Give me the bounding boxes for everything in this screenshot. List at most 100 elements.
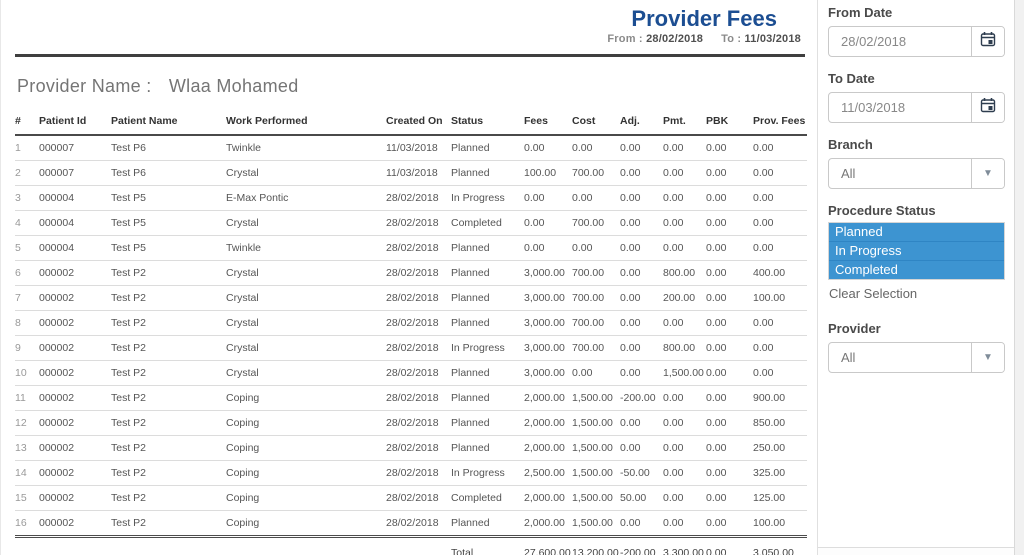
to-date-input[interactable] xyxy=(829,93,971,122)
table-cell: 0.00 xyxy=(706,336,753,361)
from-date-label: From Date xyxy=(828,5,1005,20)
table-cell: 0.00 xyxy=(620,186,663,211)
header-cell: # xyxy=(15,109,39,135)
table-cell: 0.00 xyxy=(620,436,663,461)
to-label: To : xyxy=(721,33,741,45)
procedure-status-label: Procedure Status xyxy=(828,203,1005,218)
provider-dropdown[interactable]: All ▼ xyxy=(828,342,1005,373)
table-cell: 12 xyxy=(15,411,39,436)
table-cell: 0.00 xyxy=(620,161,663,186)
table-cell: 7 xyxy=(15,286,39,311)
procedure-status-option[interactable]: Planned xyxy=(829,223,1004,242)
table-cell: 0.00 xyxy=(524,236,572,261)
page-title: Provider Fees xyxy=(631,6,777,32)
table-cell: 0.00 xyxy=(620,135,663,161)
table-cell: 000004 xyxy=(39,236,111,261)
provider-name-label: Provider Name : xyxy=(17,76,152,96)
table-cell: 1,500.00 xyxy=(572,436,620,461)
table-cell: 0.00 xyxy=(663,186,706,211)
table-cell: Test P2 xyxy=(111,286,226,311)
table-cell: 6 xyxy=(15,261,39,286)
header-cell: Created On xyxy=(386,109,451,135)
table-cell: 000002 xyxy=(39,411,111,436)
branch-selected-value: All xyxy=(829,159,971,188)
table-cell: 8 xyxy=(15,311,39,336)
table-cell: Planned xyxy=(451,236,524,261)
table-cell: Coping xyxy=(226,461,386,486)
table-cell: In Progress xyxy=(451,186,524,211)
table-cell: 000002 xyxy=(39,261,111,286)
table-cell: 700.00 xyxy=(572,311,620,336)
table-cell: 000004 xyxy=(39,186,111,211)
table-cell: Coping xyxy=(226,411,386,436)
table-cell: 0.00 xyxy=(706,361,753,386)
table-cell: 250.00 xyxy=(753,436,807,461)
from-date-calendar-button[interactable] xyxy=(971,27,1004,56)
table-cell: 0.00 xyxy=(753,135,807,161)
total-value-cell xyxy=(39,537,111,555)
branch-dropdown[interactable]: All ▼ xyxy=(828,158,1005,189)
table-cell: 2 xyxy=(15,161,39,186)
table-row: 10000002Test P2Crystal28/02/2018Planned3… xyxy=(15,361,807,386)
table-cell: 3 xyxy=(15,186,39,211)
table-cell: Twinkle xyxy=(226,135,386,161)
table-cell: Planned xyxy=(451,135,524,161)
table-cell: 000002 xyxy=(39,511,111,537)
table-cell: Test P5 xyxy=(111,236,226,261)
table-cell: Coping xyxy=(226,436,386,461)
from-date-input[interactable] xyxy=(829,27,971,56)
table-cell: 11/03/2018 xyxy=(386,135,451,161)
table-cell: 2,500.00 xyxy=(524,461,572,486)
table-cell: 800.00 xyxy=(663,336,706,361)
table-cell: 3,000.00 xyxy=(524,286,572,311)
table-cell: 0.00 xyxy=(620,311,663,336)
table-cell: 1,500.00 xyxy=(663,361,706,386)
total-value-cell: 3,050.00 xyxy=(753,537,807,555)
table-cell: Test P6 xyxy=(111,161,226,186)
table-cell: Completed xyxy=(451,486,524,511)
table-cell: 28/02/2018 xyxy=(386,436,451,461)
table-cell: 0.00 xyxy=(706,411,753,436)
clear-selection-link[interactable]: Clear Selection xyxy=(829,286,917,301)
table-cell: 0.00 xyxy=(572,186,620,211)
total-value-cell xyxy=(15,537,39,555)
table-cell: 0.00 xyxy=(706,511,753,537)
procedure-status-option[interactable]: In Progress xyxy=(829,242,1004,261)
table-cell: 000002 xyxy=(39,436,111,461)
header-cell: Status xyxy=(451,109,524,135)
to-date-calendar-button[interactable] xyxy=(971,93,1004,122)
table-cell: 0.00 xyxy=(706,211,753,236)
report-header: Provider Fees From : 28/02/2018To : 11/0… xyxy=(15,6,805,47)
table-cell: 000002 xyxy=(39,286,111,311)
table-cell: 0.00 xyxy=(706,386,753,411)
table-row: 13000002Test P2Coping28/02/2018Planned2,… xyxy=(15,436,807,461)
scrollbar-track[interactable] xyxy=(1014,0,1024,555)
table-cell: 0.00 xyxy=(706,311,753,336)
table-cell: 0.00 xyxy=(663,436,706,461)
table-cell: 2,000.00 xyxy=(524,436,572,461)
table-cell: Test P2 xyxy=(111,311,226,336)
table-cell: Planned xyxy=(451,311,524,336)
table-cell: 900.00 xyxy=(753,386,807,411)
table-cell: 0.00 xyxy=(663,311,706,336)
table-cell: 2,000.00 xyxy=(524,486,572,511)
table-cell: In Progress xyxy=(451,336,524,361)
to-value: 11/03/2018 xyxy=(745,33,801,45)
table-cell: 700.00 xyxy=(572,336,620,361)
report-panel: Provider Fees From : 28/02/2018To : 11/0… xyxy=(0,0,818,555)
table-cell: 100.00 xyxy=(753,286,807,311)
table-cell: 200.00 xyxy=(663,286,706,311)
table-row: 11000002Test P2Coping28/02/2018Planned2,… xyxy=(15,386,807,411)
table-cell: 000002 xyxy=(39,311,111,336)
table-cell: 1,500.00 xyxy=(572,386,620,411)
table-cell: 0.00 xyxy=(663,511,706,537)
procedure-status-option[interactable]: Completed xyxy=(829,261,1004,279)
table-cell: 700.00 xyxy=(572,286,620,311)
table-cell: 4 xyxy=(15,211,39,236)
table-cell: 28/02/2018 xyxy=(386,386,451,411)
total-value-cell xyxy=(386,537,451,555)
provider-dropdown-button[interactable]: ▼ xyxy=(971,343,1004,372)
branch-dropdown-button[interactable]: ▼ xyxy=(971,159,1004,188)
table-cell: Crystal xyxy=(226,161,386,186)
table-cell: 0.00 xyxy=(620,261,663,286)
